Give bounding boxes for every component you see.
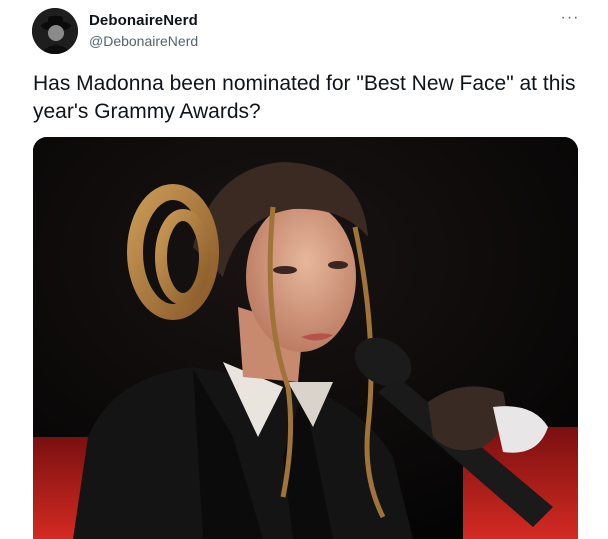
- more-options-icon[interactable]: ···: [556, 8, 584, 28]
- tweet-card[interactable]: DebonaireNerd @DebonaireNerd ··· Has Mad…: [0, 0, 608, 539]
- avatar-silhouette-icon: [32, 8, 78, 54]
- author-avatar[interactable]: [32, 8, 78, 54]
- tweet-text: Has Madonna been nominated for "Best New…: [33, 72, 576, 123]
- author-handle[interactable]: @DebonaireNerd: [89, 33, 198, 49]
- photo-illustration: [33, 137, 578, 539]
- author-display-name[interactable]: DebonaireNerd: [89, 12, 198, 29]
- tweet-media-photo[interactable]: [33, 137, 578, 539]
